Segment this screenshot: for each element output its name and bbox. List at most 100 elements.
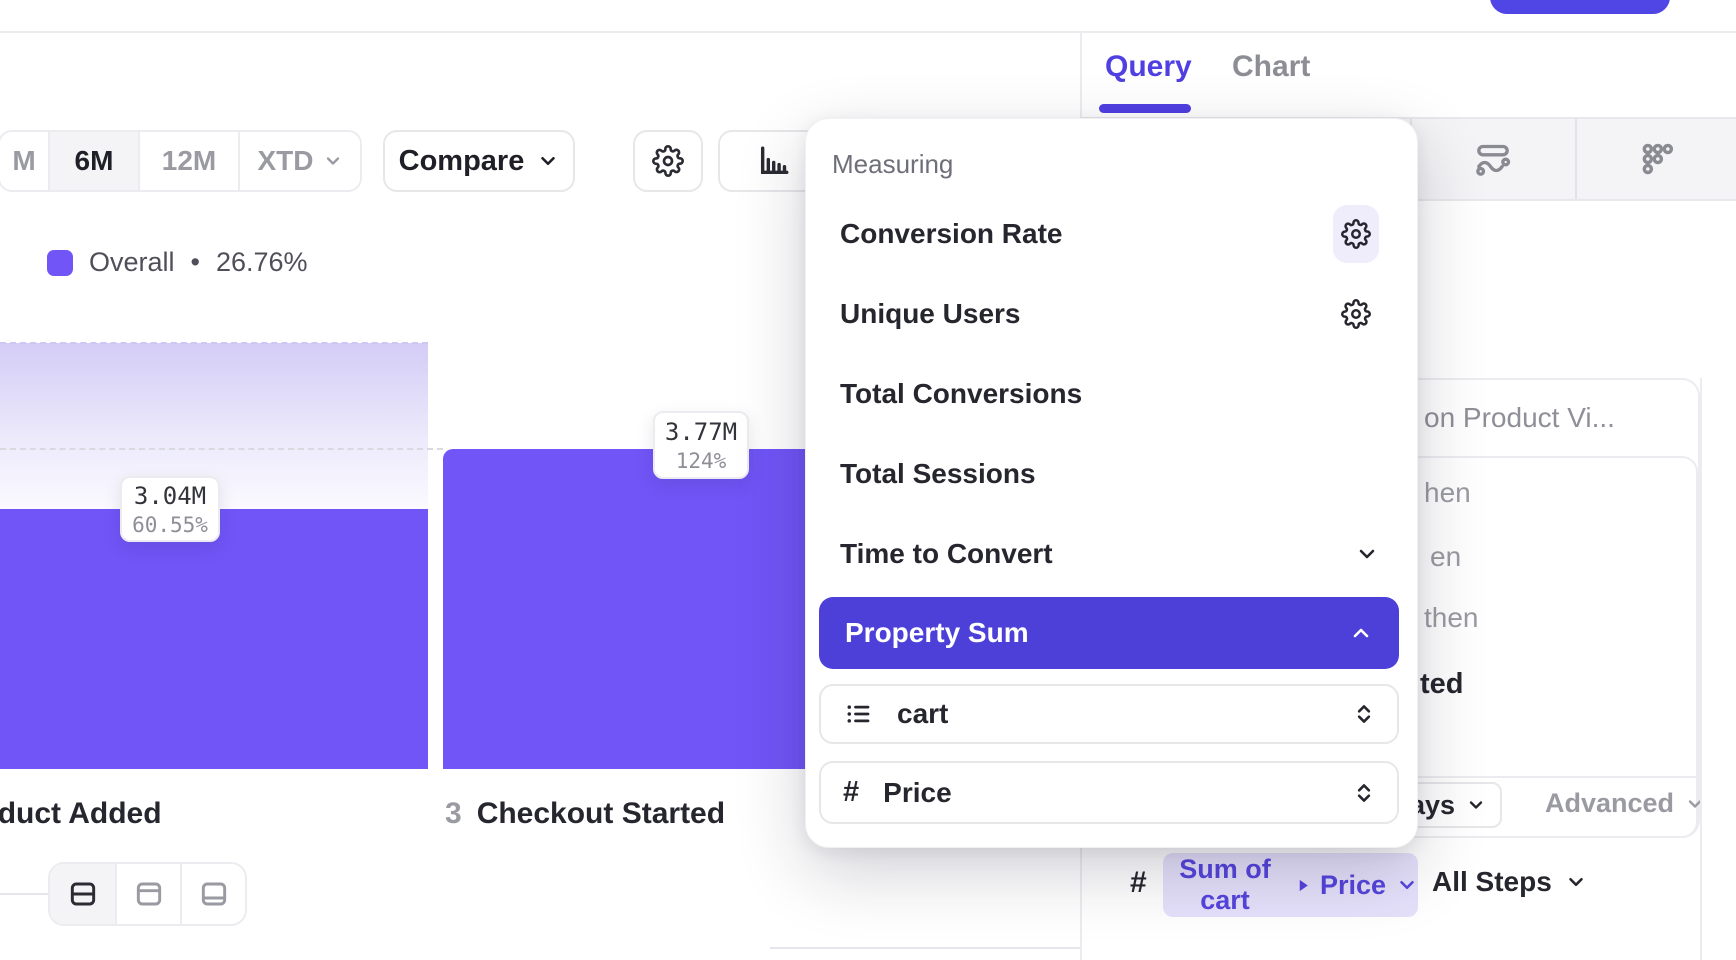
chevron-down-icon: [537, 150, 559, 172]
menu-item-time-to-convert[interactable]: Time to Convert: [806, 514, 1417, 594]
gear-icon: [652, 145, 684, 177]
event-select-value: cart: [897, 698, 948, 730]
tab-chart[interactable]: Chart: [1232, 50, 1310, 84]
up-down-chevrons-icon: [1351, 780, 1377, 806]
divider: [0, 893, 48, 895]
chart-settings-button[interactable]: [633, 130, 703, 192]
chevron-down-icon: [1565, 871, 1587, 893]
hash-icon: #: [843, 776, 859, 809]
menu-item-conversion-rate[interactable]: Conversion Rate: [806, 194, 1417, 274]
bottom-panel-icon: [198, 878, 230, 910]
sum-of-property-chip[interactable]: Sum of cart Price: [1163, 853, 1418, 917]
step-label-checkout-started: 3 Checkout Started: [445, 797, 725, 831]
advanced-button[interactable]: Advanced: [1545, 788, 1705, 819]
top-toolbar: [0, 0, 1736, 33]
time-range-12m[interactable]: 12M: [138, 132, 238, 190]
step-row-truncated: then: [1424, 602, 1479, 634]
property-select[interactable]: # Price: [819, 761, 1399, 824]
step-row-truncated: hen: [1424, 477, 1471, 509]
legend: Overall • 26.76%: [47, 247, 308, 278]
time-range-label: M: [12, 145, 35, 177]
chevron-down-icon: [1685, 794, 1705, 814]
time-range-label: 12M: [162, 145, 216, 177]
time-range-selector: M 6M 12M XTD: [0, 130, 362, 192]
primary-action-button[interactable]: [1490, 0, 1670, 14]
menu-item-unique-users[interactable]: Unique Users: [806, 274, 1417, 354]
menu-item-property-sum-selected[interactable]: Property Sum: [819, 597, 1399, 669]
measuring-popover: Measuring Conversion Rate Unique Users T…: [805, 118, 1418, 848]
all-steps-label: All Steps: [1432, 866, 1552, 898]
bar-chart-icon: [757, 144, 791, 178]
event-select[interactable]: cart: [819, 684, 1399, 744]
previous-step-dashed-line: [0, 342, 428, 344]
layout-bottom-panel-button[interactable]: [180, 864, 245, 924]
layout-toggle-group: [48, 862, 247, 926]
menu-item-total-sessions[interactable]: Total Sessions: [806, 434, 1417, 514]
chevron-up-icon: [1349, 621, 1373, 645]
time-range-xtd[interactable]: XTD: [238, 132, 360, 190]
chip-property: Price: [1320, 870, 1386, 901]
step-name: Checkout Started: [477, 797, 725, 831]
funnel-analysis-screen: M 6M 12M XTD Compare Overall • 26.76% 3.…: [0, 0, 1736, 960]
menu-item-label: Unique Users: [840, 298, 1021, 330]
card-title-truncated: on Product Vi...: [1424, 402, 1615, 434]
compare-button[interactable]: Compare: [383, 130, 575, 192]
panel-edge-line: [1700, 378, 1702, 960]
dots-grid-icon: [1637, 139, 1677, 179]
advanced-label: Advanced: [1545, 788, 1674, 819]
funnel-bar-product-added[interactable]: [0, 509, 428, 769]
time-range-1m[interactable]: M: [0, 132, 48, 190]
menu-item-total-conversions[interactable]: Total Conversions: [806, 354, 1417, 434]
value-label-product-added: 3.04M 60.55%: [120, 476, 220, 542]
step-conversion: 60.55%: [132, 513, 208, 537]
popover-title: Measuring: [832, 149, 953, 180]
legend-series: Overall: [89, 247, 175, 278]
value-label-checkout-started: 3.77M 124%: [653, 411, 749, 479]
step-name-truncated: ted: [1420, 668, 1464, 701]
split-rows-icon: [67, 878, 99, 910]
all-steps-dropdown[interactable]: All Steps: [1432, 866, 1587, 898]
chevron-down-icon: [1466, 795, 1486, 815]
number-type-icon: #: [1130, 866, 1147, 900]
menu-item-label: Total Sessions: [840, 458, 1036, 490]
step-number: 3: [445, 797, 462, 831]
divider: [1412, 776, 1698, 778]
chevron-down-icon: [1396, 874, 1418, 896]
step-label-product-added: 2 Product Added: [0, 797, 162, 831]
compare-label: Compare: [399, 145, 525, 178]
time-range-label: 6M: [75, 145, 114, 177]
chevron-down-icon: [1355, 542, 1379, 566]
up-down-chevrons-icon: [1351, 701, 1377, 727]
active-tab-underline: [1099, 104, 1191, 113]
step-conversion: 124%: [676, 449, 727, 473]
top-panel-icon: [133, 878, 165, 910]
tab-query[interactable]: Query: [1105, 50, 1192, 84]
list-icon: [843, 699, 873, 729]
measuring-menu: Conversion Rate Unique Users Total Conve…: [806, 194, 1417, 594]
chip-prefix: Sum of cart: [1163, 854, 1287, 916]
dots-view-button[interactable]: [1577, 119, 1736, 199]
menu-item-label: Property Sum: [845, 617, 1029, 649]
divider: [770, 947, 1080, 949]
legend-separator: •: [191, 247, 200, 278]
menu-item-label: Time to Convert: [840, 538, 1053, 570]
step-value: 3.04M: [134, 482, 206, 510]
gear-icon[interactable]: [1333, 285, 1379, 343]
legend-swatch: [47, 250, 73, 276]
time-range-label: XTD: [258, 145, 314, 177]
menu-item-label: Conversion Rate: [840, 218, 1063, 250]
caret-right-icon: [1297, 878, 1310, 893]
flow-view-button[interactable]: [1412, 119, 1573, 199]
step-reference-dashed-line: [0, 448, 443, 450]
layout-top-panel-button[interactable]: [115, 864, 180, 924]
chevron-down-icon: [323, 151, 343, 171]
menu-item-label: Total Conversions: [840, 378, 1082, 410]
legend-value: 26.76%: [216, 247, 308, 278]
step-row-truncated: en: [1430, 541, 1461, 573]
gear-icon[interactable]: [1333, 205, 1379, 263]
step-value: 3.77M: [665, 418, 737, 446]
layout-split-rows-button[interactable]: [50, 864, 115, 924]
time-range-6m[interactable]: 6M: [48, 132, 138, 190]
property-select-value: Price: [883, 777, 952, 809]
step-name: Product Added: [0, 797, 162, 831]
